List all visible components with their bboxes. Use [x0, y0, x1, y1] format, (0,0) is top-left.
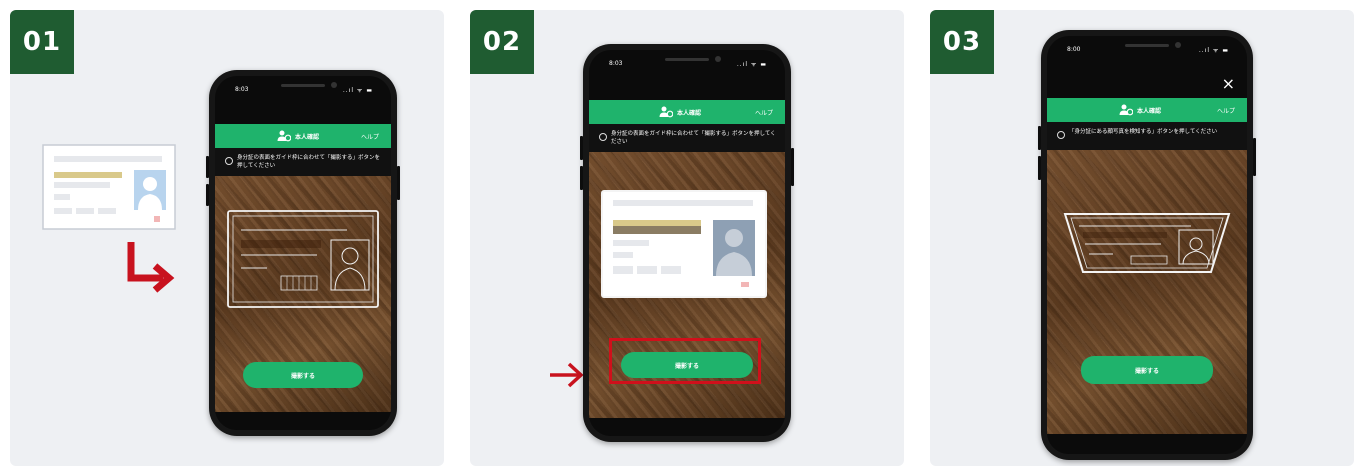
card-in-guide-frame — [601, 190, 767, 298]
phone-screen: 8:00 ..ıl ᯤ ▬ × 本人確認 ヘルプ 「身分証にある顔写真を検知する… — [1047, 36, 1247, 454]
status-time: 8:03 — [235, 86, 249, 93]
step-panel-1: 01 8:03 ..ıl ᯤ ▬ 本人確認 ヘルプ 身分証の表面をガイド枠に合わ… — [10, 10, 444, 466]
status-time: 8:00 — [1067, 46, 1081, 53]
camera-viewfinder: 撮影する — [1047, 150, 1247, 434]
help-link[interactable]: ヘルプ — [755, 108, 773, 117]
instruction-bar: 身分証の表面をガイド枠に合わせて「撮影する」ボタンを押してください — [215, 148, 391, 176]
speaker-icon — [281, 84, 325, 87]
status-bar: 8:03 ..ıl ᯤ ▬ — [589, 50, 785, 74]
front-camera-icon — [331, 82, 337, 88]
shoot-button-highlight — [609, 338, 761, 384]
app-header: 本人確認 ヘルプ — [1047, 98, 1247, 122]
user-add-icon — [277, 130, 291, 142]
step-panel-3: 03 8:00 ..ıl ᯤ ▬ × 本人確認 ヘルプ 「身分証にある顔写真を検… — [930, 10, 1354, 466]
camera-viewfinder: 撮影する — [589, 152, 785, 418]
speaker-icon — [1125, 44, 1169, 47]
status-bar: 8:03 ..ıl ᯤ ▬ — [215, 76, 391, 100]
user-add-icon — [1119, 104, 1133, 116]
front-camera-icon — [1175, 42, 1181, 48]
header-title: 本人確認 — [677, 110, 702, 117]
help-link[interactable]: ヘルプ — [361, 132, 379, 141]
help-link[interactable]: ヘルプ — [1217, 106, 1235, 115]
instruction-bar: 「身分証にある顔写真を検知する」ボタンを押してください — [1047, 122, 1247, 150]
step-badge: 03 — [930, 10, 994, 74]
header-title: 本人確認 — [295, 134, 320, 141]
tilted-card-guide-frame — [1063, 213, 1231, 273]
step-badge: 02 — [470, 10, 534, 74]
phone-mockup: 8:00 ..ıl ᯤ ▬ × 本人確認 ヘルプ 「身分証にある顔写真を検知する… — [1038, 30, 1256, 460]
status-icons: ..ıl ᯤ ▬ — [1198, 47, 1229, 54]
phone-screen: 8:03 ..ıl ᯤ ▬ 本人確認 ヘルプ 身分証の表面をガイド枠に合わせて「… — [589, 50, 785, 436]
status-icons: ..ıl ᯤ ▬ — [342, 87, 373, 94]
shoot-button[interactable]: 撮影する — [1081, 356, 1213, 384]
phone-mockup: 8:03 ..ıl ᯤ ▬ 本人確認 ヘルプ 身分証の表面をガイド枠に合わせて「… — [580, 44, 794, 442]
home-indicator-bar — [215, 412, 391, 430]
instruction-text: 身分証の表面をガイド枠に合わせて「撮影する」ボタンを押してください — [237, 155, 381, 169]
arrow-right-icon — [550, 362, 584, 388]
user-add-icon — [659, 106, 673, 118]
step-panel-2: 02 8:03 ..ıl ᯤ ▬ 本人確認 ヘルプ 身分証の表面をガイド枠に合わ… — [470, 10, 904, 466]
check-circle-icon — [1057, 131, 1065, 139]
home-indicator-bar — [589, 418, 785, 436]
status-icons: ..ıl ᯤ ▬ — [736, 61, 767, 68]
status-time: 8:03 — [609, 60, 623, 67]
instruction-bar: 身分証の表面をガイド枠に合わせて「撮影する」ボタンを押してください — [589, 124, 785, 152]
camera-viewfinder: 撮影する — [215, 176, 391, 412]
step-badge: 01 — [10, 10, 74, 74]
arrow-down-right-icon — [127, 242, 175, 293]
card-guide-frame — [227, 210, 379, 308]
phone-mockup: 8:03 ..ıl ᯤ ▬ 本人確認 ヘルプ 身分証の表面をガイド枠に合わせて「… — [206, 70, 400, 436]
instruction-text: 身分証の表面をガイド枠に合わせて「撮影する」ボタンを押してください — [611, 131, 776, 145]
check-circle-icon — [599, 133, 607, 141]
home-indicator-bar — [1047, 434, 1247, 454]
status-bar: 8:00 ..ıl ᯤ ▬ — [1047, 36, 1247, 60]
instruction-text: 「身分証にある顔写真を検知する」ボタンを押してください — [1069, 129, 1218, 135]
id-card-illustration — [42, 144, 176, 230]
front-camera-icon — [715, 56, 721, 62]
close-icon[interactable]: × — [1222, 76, 1235, 92]
shoot-button[interactable]: 撮影する — [243, 362, 363, 388]
header-title: 本人確認 — [1137, 108, 1162, 115]
speaker-icon — [665, 58, 709, 61]
app-header: 本人確認 ヘルプ — [589, 100, 785, 124]
phone-screen: 8:03 ..ıl ᯤ ▬ 本人確認 ヘルプ 身分証の表面をガイド枠に合わせて「… — [215, 76, 391, 430]
check-circle-icon — [225, 157, 233, 165]
app-header: 本人確認 ヘルプ — [215, 124, 391, 148]
